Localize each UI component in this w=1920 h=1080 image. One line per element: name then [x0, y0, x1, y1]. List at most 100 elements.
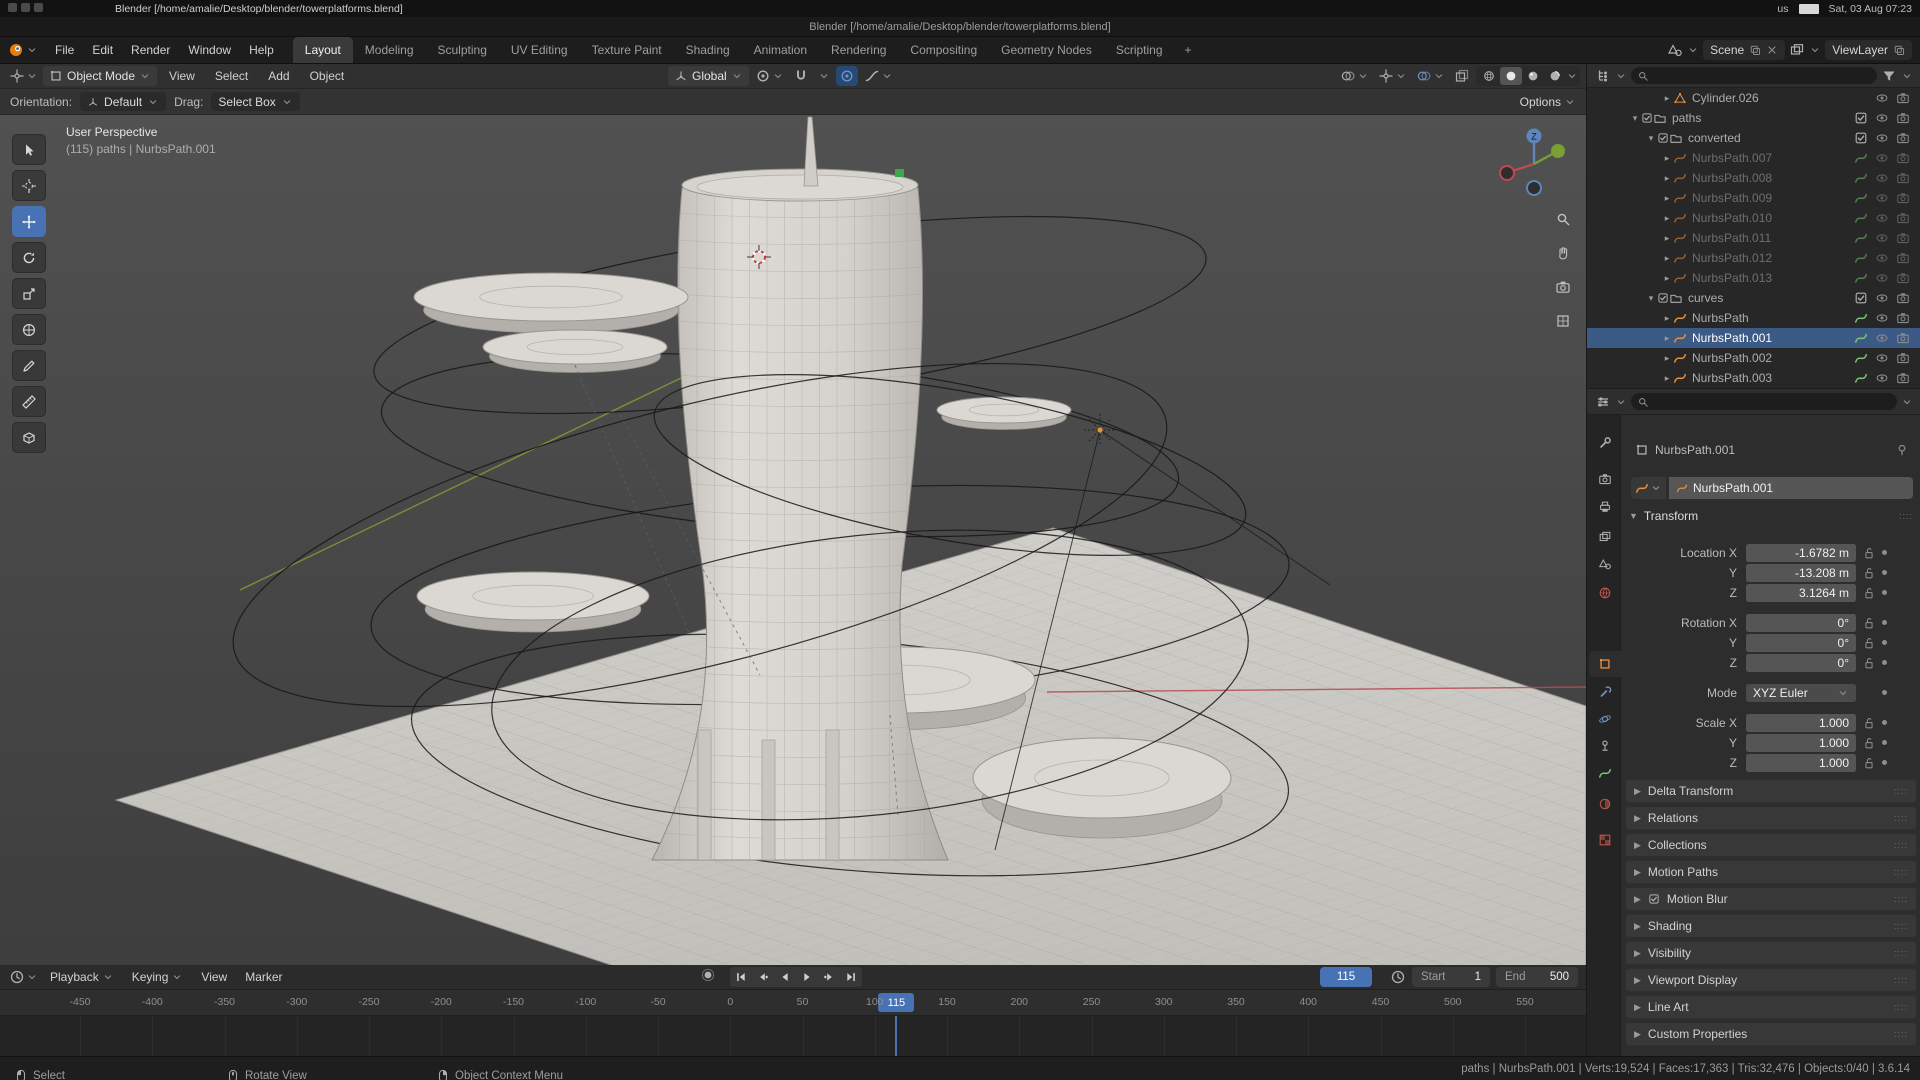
expand-down-icon[interactable]: ▾	[1645, 293, 1657, 304]
value-field[interactable]: -1.6782 m	[1746, 544, 1856, 562]
tool-rotate-button[interactable]	[12, 242, 46, 273]
outliner-search-input[interactable]	[1631, 67, 1877, 84]
collection-exclude-checkbox[interactable]	[1657, 292, 1669, 304]
outliner-row-curves[interactable]: ▾curves	[1587, 288, 1920, 308]
camera-icon[interactable]	[1896, 251, 1910, 265]
outliner-row-nurbspath-008[interactable]: ▸NurbsPath.008	[1587, 168, 1920, 188]
expand-right-icon[interactable]: ▸	[1661, 373, 1673, 384]
collection-checkbox-icon[interactable]	[1854, 131, 1868, 145]
expand-right-icon[interactable]: ▸	[1661, 333, 1673, 344]
timeline-ruler[interactable]: 115 -450-400-350-300-250-200-150-100-500…	[0, 990, 1586, 1016]
timeline-menu-view[interactable]: View	[192, 965, 236, 989]
navigation-gizmo[interactable]: Z	[1494, 122, 1574, 202]
outliner-row-nurbspath-007[interactable]: ▸NurbsPath.007	[1587, 148, 1920, 168]
expand-right-icon[interactable]: ▸	[1661, 173, 1673, 184]
curve-data-icon[interactable]	[1854, 331, 1868, 345]
lock-icon[interactable]	[1862, 636, 1876, 650]
outliner-editor-icon[interactable]	[1595, 68, 1611, 84]
panel-grip-icon[interactable]: ::::	[1894, 894, 1908, 904]
eye-icon[interactable]	[1875, 351, 1889, 365]
view-layer-selector[interactable]: ViewLayer	[1825, 40, 1912, 60]
add-workspace-button[interactable]: +	[1175, 37, 1202, 63]
outliner-row-nurbspath-003[interactable]: ▸NurbsPath.003	[1587, 368, 1920, 388]
editor-type-dropdown[interactable]	[6, 66, 41, 86]
panel-grip-icon[interactable]: ::::	[1894, 975, 1908, 985]
tool-annotate-button[interactable]	[12, 350, 46, 381]
pivot-point-dropdown[interactable]	[752, 66, 787, 86]
panel-delta-transform[interactable]: ▶Delta Transform::::	[1625, 779, 1917, 803]
gizmos-dropdown[interactable]	[1375, 66, 1410, 86]
expand-right-icon[interactable]: ▸	[1661, 253, 1673, 264]
properties-tab-scene[interactable]	[1589, 551, 1621, 577]
viewport-menu-object[interactable]: Object	[300, 64, 355, 88]
snap-toggle[interactable]	[790, 66, 812, 86]
lock-icon[interactable]	[1862, 586, 1876, 600]
shading-wireframe-button[interactable]	[1478, 67, 1500, 85]
workspace-tab-rendering[interactable]: Rendering	[819, 37, 898, 63]
properties-tab-modifiers[interactable]	[1589, 679, 1621, 705]
eye-icon[interactable]	[1875, 271, 1889, 285]
animate-dot[interactable]	[1882, 640, 1887, 645]
workspace-tab-modeling[interactable]: Modeling	[353, 37, 426, 63]
camera-icon[interactable]	[1896, 371, 1910, 385]
animate-dot[interactable]	[1882, 620, 1887, 625]
orientation-value-dropdown[interactable]: Default	[80, 92, 166, 111]
outliner-row-nurbspath-012[interactable]: ▸NurbsPath.012	[1587, 248, 1920, 268]
xray-toggle[interactable]	[1451, 66, 1473, 86]
camera-icon[interactable]	[1896, 231, 1910, 245]
lock-icon[interactable]	[1862, 546, 1876, 560]
tool-cursor-button[interactable]	[12, 170, 46, 201]
workspace-tab-scripting[interactable]: Scripting	[1104, 37, 1175, 63]
eye-icon[interactable]	[1875, 91, 1889, 105]
viewport-menu-add[interactable]: Add	[258, 64, 299, 88]
tool-scale-button[interactable]	[12, 278, 46, 309]
outliner-row-nurbspath-009[interactable]: ▸NurbsPath.009	[1587, 188, 1920, 208]
collection-exclude-checkbox[interactable]	[1641, 112, 1653, 124]
outliner-row-nurbspath-011[interactable]: ▸NurbsPath.011	[1587, 228, 1920, 248]
panel-viewport-display[interactable]: ▶Viewport Display::::	[1625, 968, 1917, 992]
eye-icon[interactable]	[1875, 131, 1889, 145]
chevron-down-icon[interactable]	[1901, 396, 1913, 408]
transform-orientation-dropdown[interactable]: Global	[668, 66, 749, 86]
scene-browse-icon[interactable]	[1667, 42, 1683, 58]
filter-icon[interactable]	[1881, 68, 1897, 84]
chevron-down-icon[interactable]	[1901, 70, 1913, 82]
panel-grip-icon[interactable]: ::::	[1894, 921, 1908, 931]
curve-data-icon[interactable]	[1854, 191, 1868, 205]
collection-exclude-checkbox[interactable]	[1657, 132, 1669, 144]
new-scene-icon[interactable]	[1749, 44, 1761, 56]
camera-icon[interactable]	[1896, 211, 1910, 225]
viewport-3d-scene[interactable]	[0, 115, 1586, 965]
properties-tab-view-layer[interactable]	[1589, 524, 1621, 550]
panel-grip-icon[interactable]: ::::	[1894, 1002, 1908, 1012]
zoom-button[interactable]	[1550, 206, 1576, 232]
animate-dot[interactable]	[1882, 740, 1887, 745]
outliner-row-nurbspath[interactable]: ▸NurbsPath	[1587, 308, 1920, 328]
shading-solid-button[interactable]	[1500, 67, 1522, 85]
panel-grip-icon[interactable]: ::::	[1894, 948, 1908, 958]
camera-icon[interactable]	[1896, 91, 1910, 105]
chevron-down-icon[interactable]	[1809, 44, 1821, 56]
curve-data-icon[interactable]	[1854, 351, 1868, 365]
panel-grip-icon[interactable]: ::::	[1894, 813, 1908, 823]
eye-icon[interactable]	[1875, 171, 1889, 185]
panel-line-art[interactable]: ▶Line Art::::	[1625, 995, 1917, 1019]
menu-edit[interactable]: Edit	[83, 37, 122, 63]
panel-grip-icon[interactable]: ::::	[1894, 786, 1908, 796]
breadcrumb-object-name[interactable]: NurbsPath.001	[1655, 443, 1735, 457]
auto-keying-record-button[interactable]	[700, 967, 716, 983]
shading-material-button[interactable]	[1522, 67, 1544, 85]
camera-icon[interactable]	[1896, 331, 1910, 345]
menu-render[interactable]: Render	[122, 37, 179, 63]
workspace-tab-animation[interactable]: Animation	[742, 37, 819, 63]
shading-rendered-button[interactable]	[1544, 67, 1566, 85]
expand-right-icon[interactable]: ▸	[1661, 313, 1673, 324]
timeline-menu-playback[interactable]: Playback	[41, 965, 123, 989]
properties-tab-object[interactable]	[1589, 651, 1621, 677]
animate-dot[interactable]	[1882, 690, 1887, 695]
workspace-tab-texture-paint[interactable]: Texture Paint	[580, 37, 674, 63]
eye-icon[interactable]	[1875, 231, 1889, 245]
outliner-row-nurbspath-013[interactable]: ▸NurbsPath.013	[1587, 268, 1920, 288]
properties-tab-output[interactable]	[1589, 494, 1621, 520]
menu-file[interactable]: File	[46, 37, 83, 63]
